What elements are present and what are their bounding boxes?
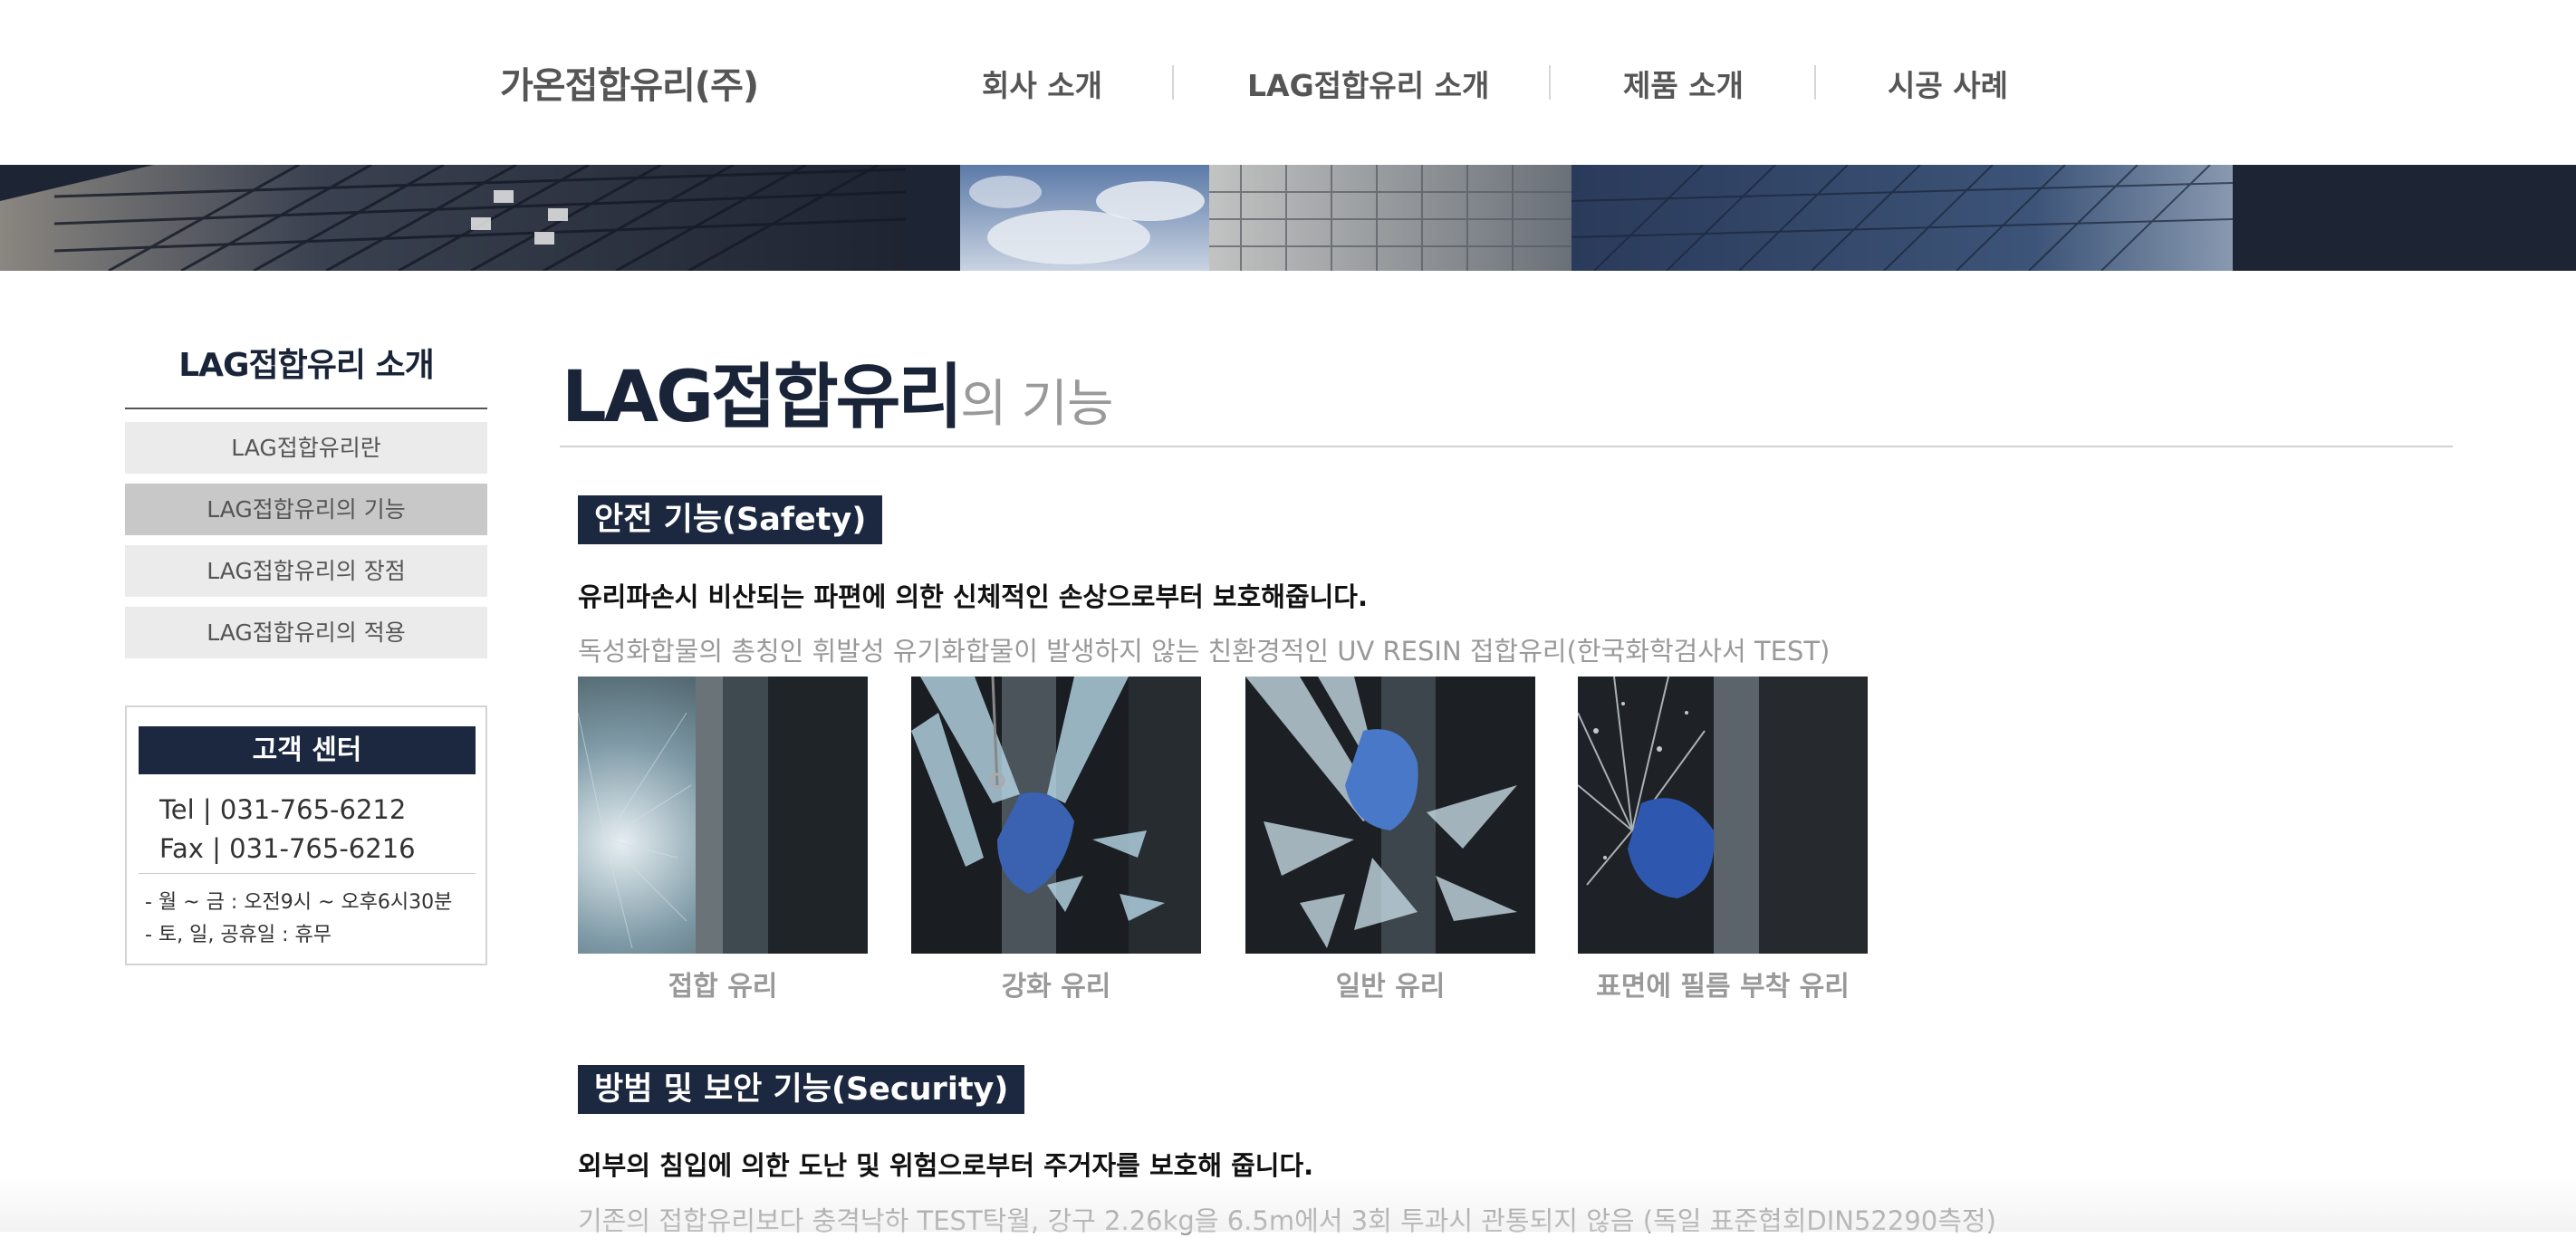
customer-center-hours-weekend: - 토, 일, 공휴일 : 휴무 (145, 924, 332, 946)
customer-center-box: 고객 센터 Tel | 031-765-6212 Fax | 031-765-6… (125, 705, 487, 965)
header-banner-image (0, 165, 2576, 271)
customer-center-divider (139, 873, 476, 874)
sidebar-item-what-is-lag[interactable]: LAG접합유리란 (125, 422, 487, 474)
section-security-note: 기존의 접합유리보다 충격낙하 TEST탁월, 강구 2.26kg을 6.5m에… (578, 1205, 1996, 1236)
main-nav: 회사 소개 LAG접합유리 소개 제품 소개 시공 사례 (906, 62, 2083, 103)
nav-separator (1814, 65, 1816, 100)
customer-center-title: 고객 센터 (139, 726, 476, 774)
ordinary-glass-photo (1245, 677, 1535, 954)
photo-caption-laminated: 접합 유리 (668, 971, 778, 1003)
photo-caption-film: 표면에 필름 부착 유리 (1596, 971, 1850, 1003)
nav-separator (1172, 65, 1174, 100)
site-logo[interactable]: 가온접합유리(주) (500, 56, 759, 109)
section-safety-description: 유리파손시 비산되는 파편에 의한 신체적인 손상으로부터 보호해줍니다. (578, 581, 1368, 612)
section-security-description: 외부의 침입에 의한 도난 및 위험으로부터 주거자를 보호해 줍니다. (578, 1150, 1314, 1181)
section-safety-badge: 안전 기능(Safety) (578, 495, 883, 544)
photo-caption-ordinary: 일반 유리 (1335, 971, 1446, 1003)
section-security-badge: 방범 및 보안 기능(Security) (578, 1065, 1025, 1114)
nav-item-products[interactable]: 제품 소개 (1623, 62, 1744, 105)
page-title-sub: 의 기능 (960, 375, 1113, 434)
nav-item-lag-intro[interactable]: LAG접합유리 소개 (1247, 62, 1489, 105)
customer-center-hours-weekday: - 월 ~ 금 : 오전9시 ~ 오후6시30분 (145, 891, 453, 914)
customer-center-fax: Fax | 031-765-6216 (159, 833, 416, 864)
nav-item-company[interactable]: 회사 소개 (982, 62, 1102, 105)
site-header: 가온접합유리(주) 회사 소개 LAG접합유리 소개 제품 소개 시공 사례 (0, 0, 2576, 165)
section-safety-note: 독성화합물의 총칭인 휘발성 유기화합물이 발생하지 않는 친환경적인 UV R… (578, 636, 1831, 667)
title-divider (560, 446, 2453, 447)
sidebar-item-advantages[interactable]: LAG접합유리의 장점 (125, 545, 487, 597)
nav-separator (1549, 65, 1551, 100)
page-title: LAG접합유리의 기능 (562, 341, 1114, 442)
sidebar-item-applications[interactable]: LAG접합유리의 적용 (125, 607, 487, 658)
sidebar-menu: LAG접합유리란 LAG접합유리의 기능 LAG접합유리의 장점 LAG접합유리… (125, 422, 487, 668)
nav-item-cases[interactable]: 시공 사례 (1888, 62, 2008, 105)
laminated-glass-photo (578, 677, 868, 954)
sidebar-title: LAG접합유리 소개 (178, 347, 435, 384)
customer-center-tel: Tel | 031-765-6212 (159, 794, 407, 825)
photo-caption-tempered: 강화 유리 (1001, 971, 1111, 1003)
tempered-glass-photo (911, 677, 1201, 954)
page-title-main: LAG접합유리 (562, 357, 963, 438)
film-glass-photo (1578, 677, 1868, 954)
sidebar-item-functions[interactable]: LAG접합유리의 기능 (125, 484, 487, 535)
sidebar-divider (125, 408, 487, 409)
